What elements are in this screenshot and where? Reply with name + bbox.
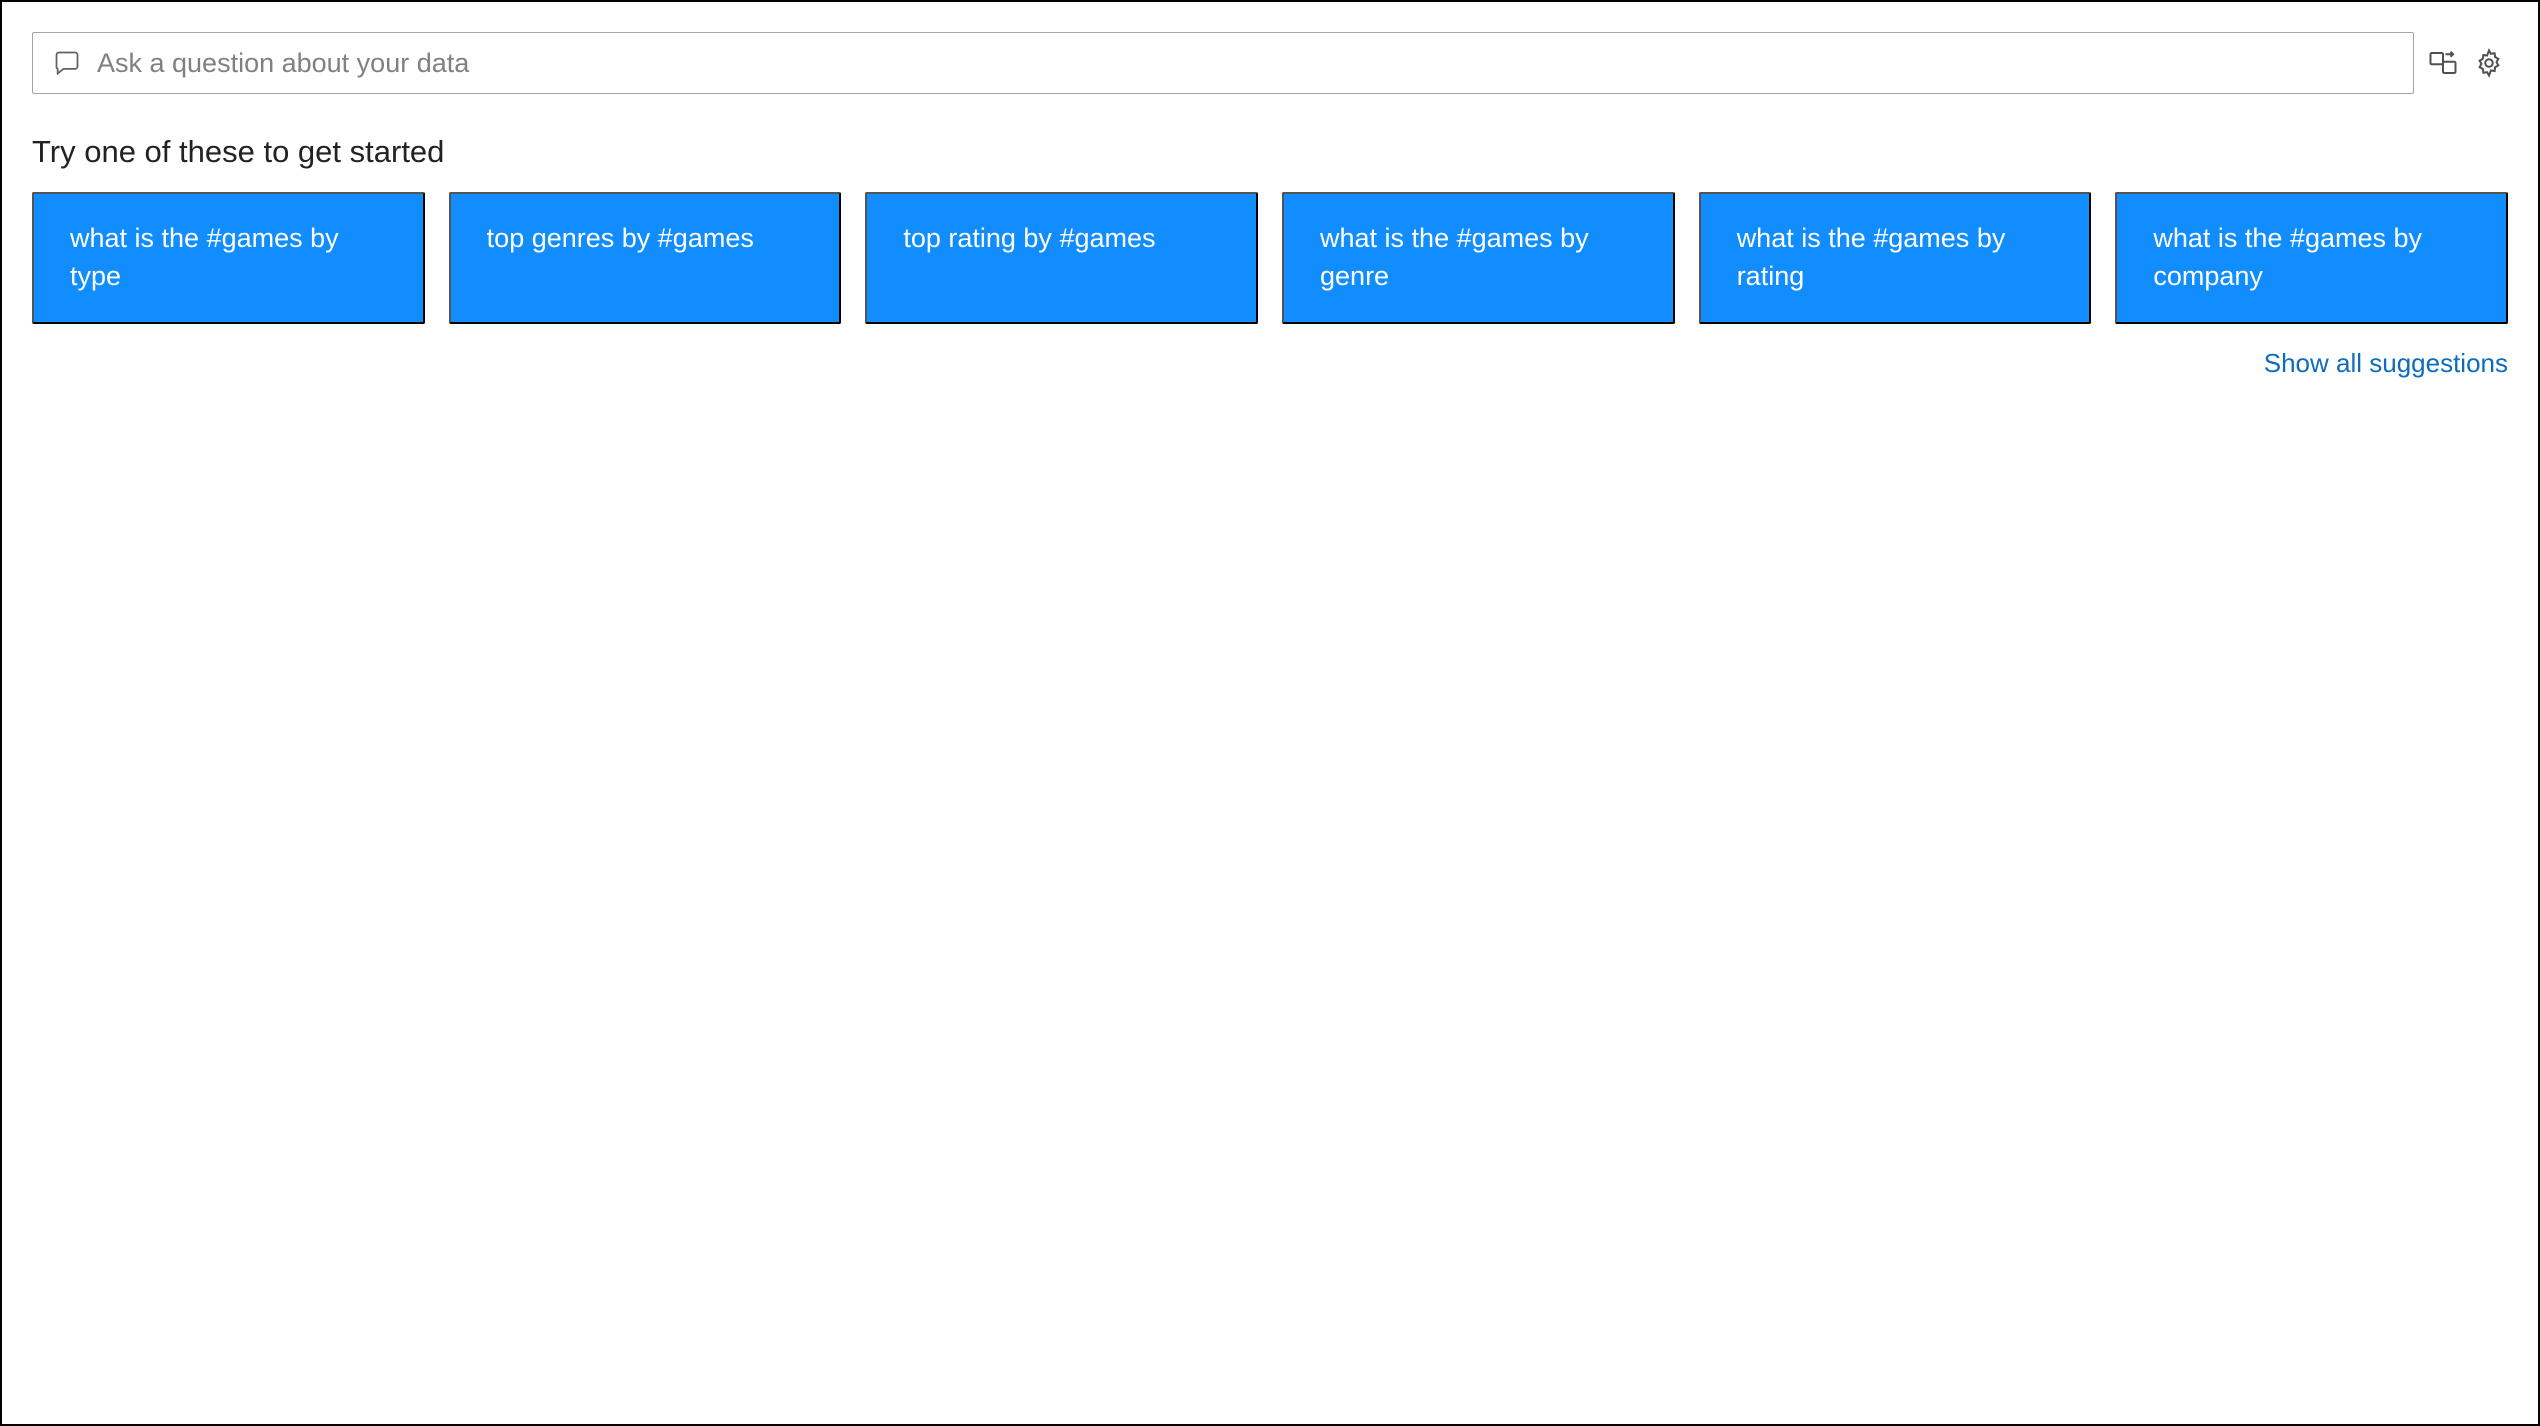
- suggestion-cards: what is the #games by type top genres by…: [32, 192, 2508, 324]
- suggestion-card[interactable]: what is the #games by rating: [1699, 192, 2092, 324]
- show-all-suggestions-link[interactable]: Show all suggestions: [2264, 348, 2508, 379]
- search-box[interactable]: [32, 32, 2414, 94]
- settings-button[interactable]: [2470, 44, 2508, 82]
- toolbar-icons: [2424, 44, 2508, 82]
- suggestion-label: what is the #games by company: [2153, 220, 2470, 296]
- suggestion-label: what is the #games by rating: [1737, 220, 2054, 296]
- suggestion-label: what is the #games by type: [70, 220, 387, 296]
- search-row: [32, 32, 2508, 94]
- suggestion-card[interactable]: what is the #games by type: [32, 192, 425, 324]
- suggestion-card[interactable]: what is the #games by company: [2115, 192, 2508, 324]
- suggestion-label: what is the #games by genre: [1320, 220, 1637, 296]
- suggestions-heading: Try one of these to get started: [32, 134, 2508, 170]
- suggestion-card[interactable]: what is the #games by genre: [1282, 192, 1675, 324]
- suggestion-label: top rating by #games: [903, 220, 1155, 258]
- suggestion-card[interactable]: top rating by #games: [865, 192, 1258, 324]
- suggestion-card[interactable]: top genres by #games: [449, 192, 842, 324]
- suggestion-label: top genres by #games: [487, 220, 754, 258]
- qna-panel: Try one of these to get started what is …: [0, 0, 2540, 1426]
- convert-visual-button[interactable]: [2424, 44, 2462, 82]
- chat-icon: [49, 45, 85, 81]
- show-all-row: Show all suggestions: [32, 348, 2508, 379]
- question-input[interactable]: [97, 48, 2397, 79]
